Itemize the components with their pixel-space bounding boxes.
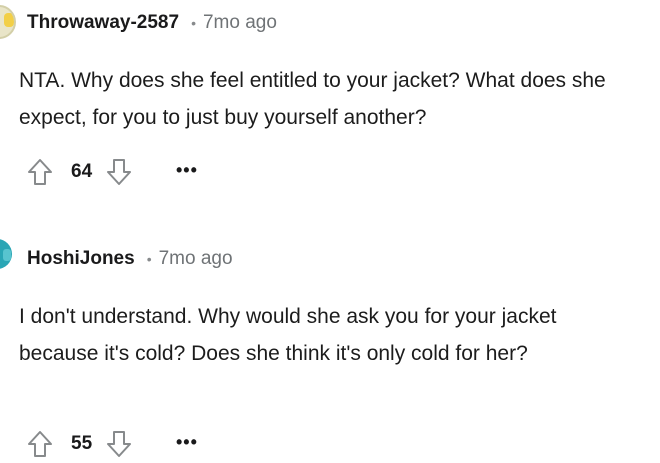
more-options-icon[interactable]: •••: [176, 432, 198, 453]
username-link[interactable]: Throwaway-2587: [27, 12, 179, 34]
more-options-icon[interactable]: •••: [176, 160, 198, 181]
username-link[interactable]: HoshiJones: [27, 248, 135, 270]
timestamp[interactable]: 7mo ago: [159, 248, 233, 270]
timestamp[interactable]: 7mo ago: [203, 12, 277, 34]
comment-header: HoshiJones • 7mo ago: [27, 248, 233, 270]
comment-actions: 64 •••: [27, 158, 198, 186]
user-avatar[interactable]: [0, 5, 16, 39]
user-avatar[interactable]: [0, 239, 12, 269]
vote-score: 64: [71, 161, 93, 182]
separator-dot: •: [191, 15, 196, 31]
upvote-arrow-icon[interactable]: [27, 430, 53, 458]
upvote-arrow-icon[interactable]: [27, 158, 53, 186]
comment-header: Throwaway-2587 • 7mo ago: [27, 12, 277, 34]
comment-body: NTA. Why does she feel entitled to your …: [19, 69, 606, 129]
avatar-face-icon: [3, 249, 11, 261]
downvote-arrow-icon[interactable]: [106, 158, 132, 186]
comment-body: I don't understand. Why would she ask yo…: [19, 305, 557, 365]
downvote-arrow-icon[interactable]: [106, 430, 132, 458]
separator-dot: •: [146, 251, 152, 267]
comment-actions: 55 •••: [27, 430, 198, 458]
vote-score: 55: [71, 433, 93, 454]
avatar-face-icon: [4, 13, 14, 27]
